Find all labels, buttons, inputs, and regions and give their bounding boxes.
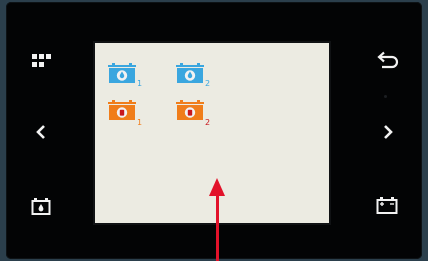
water-tank-button[interactable] — [26, 192, 56, 220]
water-tank-icon — [31, 198, 51, 215]
water-tank-2-label: 2 — [205, 79, 211, 88]
fuel-tank-2-label: 2 — [205, 118, 211, 127]
battery-button[interactable] — [372, 191, 402, 219]
fuel-tank-2-icon[interactable] — [176, 100, 206, 126]
water-tank-2-icon[interactable] — [176, 60, 206, 86]
next-button[interactable] — [373, 118, 403, 146]
annotation-arrow-shaft — [216, 194, 219, 261]
grid-menu-button[interactable] — [27, 48, 57, 76]
fuel-tank-1-icon[interactable] — [108, 100, 138, 126]
previous-button[interactable] — [26, 118, 56, 146]
battery-icon — [376, 197, 398, 214]
display-screen: 1 2 1 2 — [95, 43, 329, 223]
water-tank-1-label: 1 — [137, 79, 143, 88]
grid-icon — [32, 54, 51, 67]
chevron-left-icon — [36, 125, 45, 139]
back-arrow-icon — [377, 51, 399, 69]
fuel-tank-1-label: 1 — [137, 118, 143, 127]
indicator-light — [384, 95, 387, 98]
back-button[interactable] — [372, 46, 402, 74]
chevron-right-icon — [384, 125, 393, 139]
water-tank-1-icon[interactable] — [108, 60, 138, 86]
